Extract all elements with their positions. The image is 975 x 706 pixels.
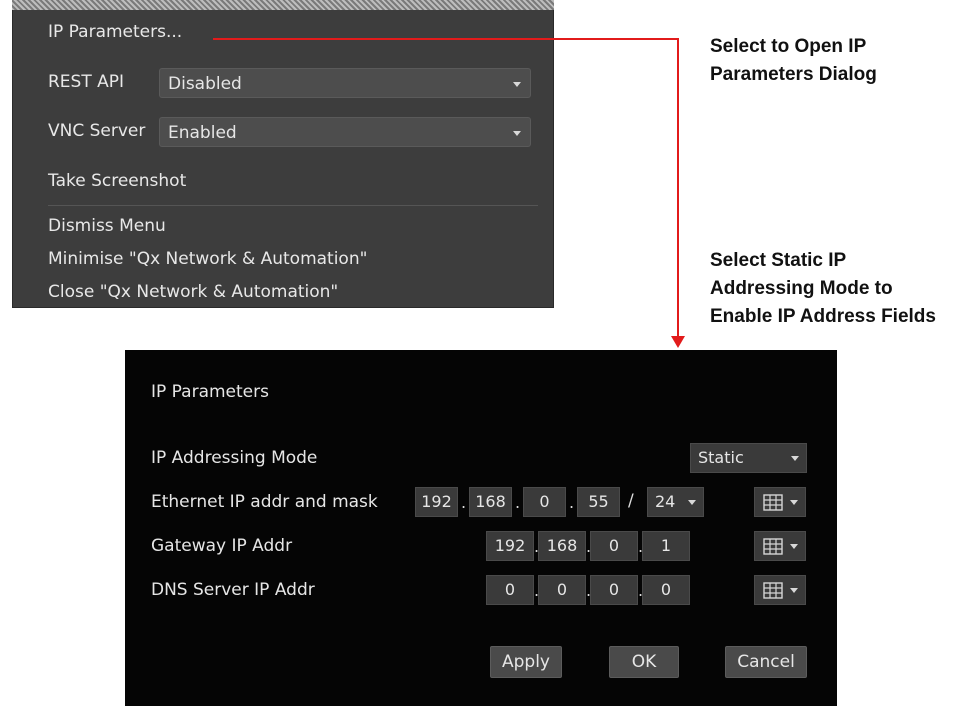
rest-api-label: REST API	[48, 72, 125, 92]
dns-octet-2[interactable]: 0	[538, 575, 586, 605]
note-open-dialog: Select to Open IP Parameters Dialog	[710, 33, 877, 89]
dot-separator: .	[461, 493, 467, 512]
chevron-down-icon	[688, 500, 696, 505]
chevron-down-icon	[513, 82, 521, 87]
dns-keypad-button[interactable]	[754, 575, 806, 605]
keypad-icon	[763, 538, 783, 555]
ip-parameters-menu-item[interactable]: IP Parameters...	[48, 22, 182, 42]
minimise-menu-item[interactable]: Minimise "Qx Network & Automation"	[48, 249, 367, 269]
context-menu: IP Parameters... REST API Disabled VNC S…	[12, 0, 554, 308]
callout-line-vertical	[677, 38, 679, 338]
callout-arrowhead	[671, 336, 685, 348]
ethernet-ip-label: Ethernet IP addr and mask	[151, 492, 378, 512]
note-line: Enable IP Address Fields	[710, 306, 936, 327]
dns-octet-4[interactable]: 0	[642, 575, 690, 605]
dns-server-label: DNS Server IP Addr	[151, 580, 315, 600]
ip-addressing-mode-label: IP Addressing Mode	[151, 448, 318, 468]
ethernet-keypad-button[interactable]	[754, 487, 806, 517]
menu-divider	[48, 205, 538, 206]
chevron-down-icon	[790, 544, 798, 549]
vnc-server-select[interactable]: Enabled	[159, 117, 531, 147]
gateway-ip-label: Gateway IP Addr	[151, 536, 293, 556]
take-screenshot-menu-item[interactable]: Take Screenshot	[48, 171, 186, 191]
menu-title-hatch	[12, 0, 554, 10]
ethernet-octet-3[interactable]: 0	[523, 487, 566, 517]
chevron-down-icon	[790, 500, 798, 505]
dns-octet-1[interactable]: 0	[486, 575, 534, 605]
subnet-mask-value: 24	[655, 492, 676, 511]
ip-parameters-dialog: IP Parameters IP Addressing Mode Static …	[125, 350, 837, 706]
cancel-button[interactable]: Cancel	[725, 646, 807, 678]
gateway-keypad-button[interactable]	[754, 531, 806, 561]
note-line: Select Static IP	[710, 250, 847, 271]
subnet-mask-select[interactable]: 24	[647, 487, 704, 517]
gateway-octet-1[interactable]: 192	[486, 531, 534, 561]
ethernet-octet-1[interactable]: 192	[415, 487, 458, 517]
gateway-octet-3[interactable]: 0	[590, 531, 638, 561]
chevron-down-icon	[513, 131, 521, 136]
note-line: Select to Open IP	[710, 36, 867, 57]
dot-separator: .	[569, 493, 575, 512]
callout-line-horizontal	[213, 38, 678, 40]
close-menu-item[interactable]: Close "Qx Network & Automation"	[48, 282, 338, 302]
rest-api-value: Disabled	[168, 74, 242, 94]
ethernet-octet-2[interactable]: 168	[469, 487, 512, 517]
gateway-octet-2[interactable]: 168	[538, 531, 586, 561]
dialog-title: IP Parameters	[151, 382, 269, 402]
keypad-icon	[763, 582, 783, 599]
chevron-down-icon	[791, 456, 799, 461]
vnc-server-label: VNC Server	[48, 121, 146, 141]
gateway-octet-4[interactable]: 1	[642, 531, 690, 561]
ok-button[interactable]: OK	[609, 646, 679, 678]
note-static-mode: Select Static IP Addressing Mode to Enab…	[710, 247, 936, 331]
dns-octet-3[interactable]: 0	[590, 575, 638, 605]
ip-addressing-mode-select[interactable]: Static	[690, 443, 807, 473]
note-line: Parameters Dialog	[710, 64, 877, 85]
apply-button[interactable]: Apply	[490, 646, 562, 678]
chevron-down-icon	[790, 588, 798, 593]
ethernet-octet-4[interactable]: 55	[577, 487, 620, 517]
vnc-server-value: Enabled	[168, 123, 237, 143]
mask-separator: /	[628, 491, 634, 511]
note-line: Addressing Mode to	[710, 278, 893, 299]
rest-api-select[interactable]: Disabled	[159, 68, 531, 98]
ip-addressing-mode-value: Static	[698, 448, 744, 467]
keypad-icon	[763, 494, 783, 511]
dismiss-menu-item[interactable]: Dismiss Menu	[48, 216, 166, 236]
dot-separator: .	[515, 493, 521, 512]
